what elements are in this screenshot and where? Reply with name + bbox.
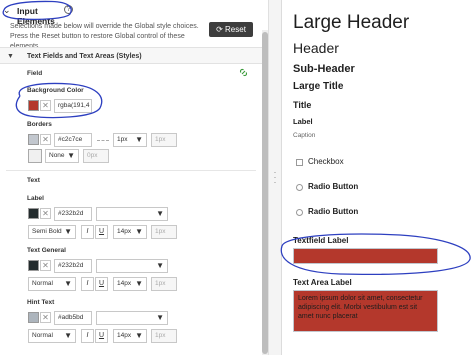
panel-splitter[interactable]: · · · — [268, 0, 282, 355]
clear-general-color-button[interactable]: ✕ — [40, 260, 51, 271]
label-underline-toggle[interactable]: U — [95, 225, 108, 239]
radio-icon[interactable] — [296, 184, 303, 191]
hint-size-select[interactable]: 14px ▼ — [113, 329, 147, 343]
preview-title: Title — [293, 100, 312, 110]
hint-spacing-input[interactable]: 1px — [151, 329, 177, 343]
label-color-input[interactable]: #232b2d — [54, 207, 92, 221]
chevron-down-icon: ▼ — [135, 331, 143, 340]
preview-caption: Caption — [293, 132, 316, 139]
general-weight-select[interactable]: Normal ▼ — [28, 277, 76, 291]
general-italic-toggle[interactable]: I — [81, 277, 94, 291]
chevron-down-icon: ▼ — [135, 135, 143, 144]
background-color-input[interactable]: rgba(191,4 — [54, 99, 92, 113]
chevron-down-icon: ▼ — [64, 227, 72, 236]
divider — [6, 170, 256, 171]
label-color-swatch[interactable] — [28, 208, 39, 219]
border-color-input[interactable]: #c2c7ce — [54, 133, 92, 147]
reset-label: Reset — [225, 25, 246, 34]
borders-label: Borders — [27, 121, 52, 128]
hint-color-swatch[interactable] — [28, 312, 39, 323]
border-preview-box — [28, 149, 42, 163]
hint-italic-toggle[interactable]: I — [81, 329, 94, 343]
border-style-select[interactable]: None ▼ — [45, 149, 79, 163]
label-spacing-input[interactable]: 1px — [151, 225, 177, 239]
text-fields-subsection-header[interactable]: ▼ Text Fields and Text Areas (Styles) — [0, 47, 262, 64]
label-font-select[interactable]: ▼ — [96, 207, 168, 221]
link-icon[interactable] — [239, 68, 248, 77]
hint-weight-value: Normal — [32, 332, 53, 339]
checkbox-icon[interactable] — [296, 159, 303, 166]
preview-label: Label — [293, 117, 313, 126]
preview-radio-label-2: Radio Button — [308, 207, 359, 216]
preview-large-title: Large Title — [293, 81, 344, 92]
settings-panel: ⌄ Input Elements ? Selections made below… — [0, 0, 262, 355]
background-color-label: Background Color — [27, 87, 84, 94]
chevron-down-icon: ▼ — [156, 261, 164, 270]
subsection-title: Text Fields and Text Areas (Styles) — [27, 53, 142, 60]
style-preview-panel: Large Header Header Sub-Header Large Tit… — [282, 0, 474, 355]
border-width-input[interactable]: 1px — [151, 133, 177, 147]
text-general-label: Text General — [27, 247, 66, 254]
hint-underline-toggle[interactable]: U — [95, 329, 108, 343]
general-color-input[interactable]: #232b2d — [54, 259, 92, 273]
preview-textfield[interactable] — [293, 248, 438, 264]
preview-radio-label-1: Radio Button — [308, 182, 359, 191]
border-style-value: None — [49, 152, 65, 159]
chevron-down-icon: ▼ — [156, 209, 164, 218]
border-radius-input[interactable]: 0px — [83, 149, 109, 163]
radio-icon[interactable] — [296, 209, 303, 216]
reset-icon: ⟳ — [216, 25, 223, 34]
chevron-down-icon: ▼ — [64, 331, 72, 340]
chevron-down-icon[interactable]: ⌄ — [3, 5, 11, 16]
border-width-select[interactable]: 1px ▼ — [113, 133, 147, 147]
general-color-swatch[interactable] — [28, 260, 39, 271]
help-icon[interactable]: ? — [64, 5, 73, 14]
chevron-down-icon: ▼ — [135, 279, 143, 288]
preview-large-header: Large Header — [293, 12, 410, 33]
label-weight-value: Semi Bold — [32, 228, 62, 235]
label-size-value: 14px — [117, 228, 132, 235]
preview-textfield-label: Textfield Label — [293, 236, 349, 245]
general-font-select[interactable]: ▼ — [96, 259, 168, 273]
hint-font-select[interactable]: ▼ — [96, 311, 168, 325]
chevron-down-icon: ▼ — [156, 313, 164, 322]
chevron-down-icon[interactable]: ▼ — [7, 53, 14, 60]
preview-text-area-label: Text Area Label — [293, 278, 352, 287]
border-width-value: 1px — [117, 136, 128, 143]
label-style-label: Label — [27, 195, 44, 202]
clear-background-color-button[interactable]: ✕ — [40, 100, 51, 111]
background-color-swatch[interactable] — [28, 100, 39, 111]
preview-sub-header: Sub-Header — [293, 63, 355, 75]
clear-border-color-button[interactable]: ✕ — [40, 134, 51, 145]
text-group-label: Text — [27, 177, 40, 184]
preview-text-area[interactable]: Lorem ipsum dolor sit amet, consectetur … — [293, 290, 438, 332]
border-color-swatch[interactable] — [28, 134, 39, 145]
general-weight-value: Normal — [32, 280, 53, 287]
clear-hint-color-button[interactable]: ✕ — [40, 312, 51, 323]
general-underline-toggle[interactable]: U — [95, 277, 108, 291]
label-weight-select[interactable]: Semi Bold ▼ — [28, 225, 76, 239]
label-size-select[interactable]: 14px ▼ — [113, 225, 147, 239]
general-size-select[interactable]: 14px ▼ — [113, 277, 147, 291]
hint-size-value: 14px — [117, 332, 132, 339]
preview-header: Header — [293, 40, 339, 56]
general-spacing-input[interactable]: 1px — [151, 277, 177, 291]
label-italic-toggle[interactable]: I — [81, 225, 94, 239]
hint-color-input[interactable]: #adb5bd — [54, 311, 92, 325]
preview-checkbox-label: Checkbox — [308, 157, 344, 166]
chevron-down-icon: ▼ — [67, 151, 75, 160]
drag-handle-icon[interactable]: · · · — [273, 168, 277, 187]
reset-button[interactable]: ⟳ Reset — [209, 22, 253, 37]
general-size-value: 14px — [117, 280, 132, 287]
border-style-preview — [97, 140, 109, 141]
chevron-down-icon: ▼ — [135, 227, 143, 236]
field-group-label: Field — [27, 70, 43, 77]
clear-label-color-button[interactable]: ✕ — [40, 208, 51, 219]
chevron-down-icon: ▼ — [64, 279, 72, 288]
hint-weight-select[interactable]: Normal ▼ — [28, 329, 76, 343]
hint-text-label: Hint Text — [27, 299, 55, 306]
